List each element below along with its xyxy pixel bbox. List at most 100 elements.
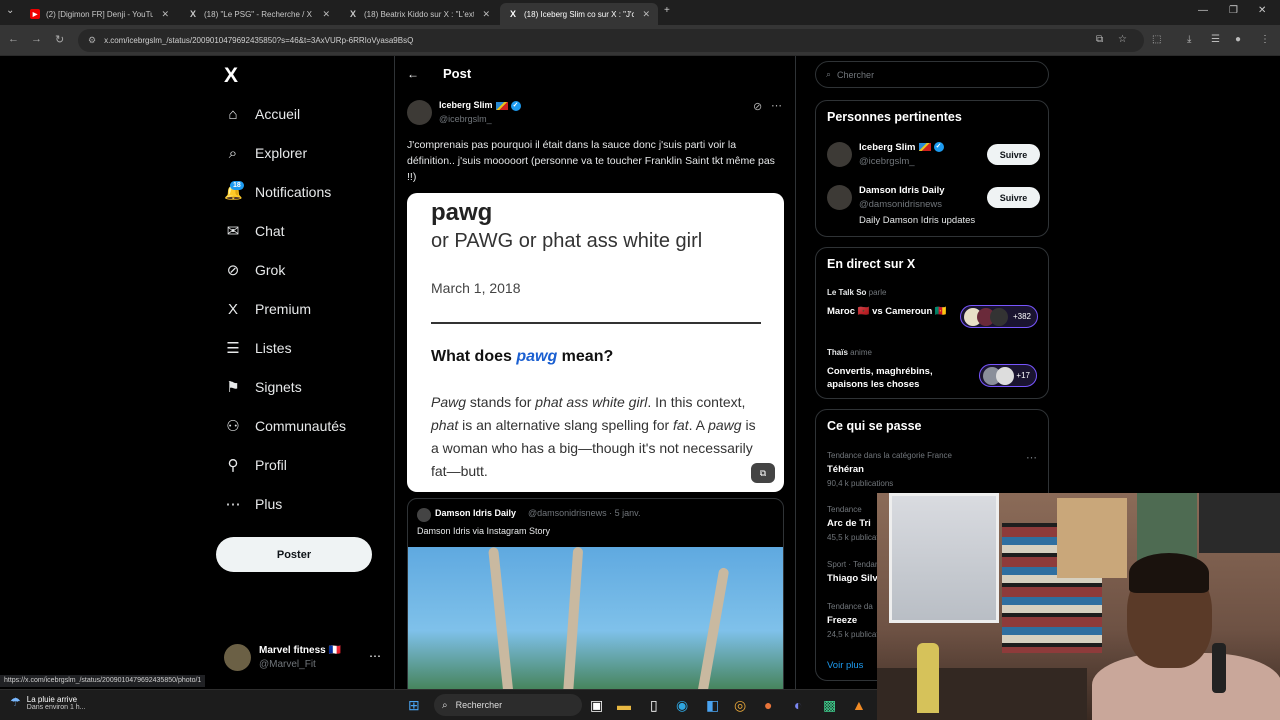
reading-list-icon[interactable]: ☰ — [1211, 34, 1220, 45]
more-icon[interactable]: ⋯ — [1026, 451, 1037, 464]
download-icon[interactable]: ⤓ — [1187, 34, 1191, 45]
live-title[interactable]: Maroc 🇲🇦 vs Cameroun 🇨🇲 — [827, 305, 952, 318]
document-icon[interactable]: ▯ — [650, 697, 658, 714]
sidebar-item-label: Signets — [255, 379, 302, 395]
x-logo[interactable]: X — [224, 64, 238, 88]
site-info-icon[interactable]: ⚙ — [88, 35, 96, 46]
palm-trunk — [562, 546, 584, 690]
sidebar-item-label: Grok — [255, 262, 286, 278]
taskbar-search[interactable]: ⌕ Rechercher — [434, 694, 582, 716]
quoted-image[interactable] — [408, 546, 783, 690]
author-avatar[interactable] — [407, 100, 432, 125]
browser-tab-active[interactable]: X (18) Iceberg Slim co sur X : "J'co ✕ — [500, 3, 658, 25]
more-icon[interactable]: ⋯ — [771, 99, 782, 112]
edge-icon[interactable]: ◉ — [676, 697, 688, 714]
trend-name[interactable]: Arc de Tri — [827, 518, 871, 529]
definition-date: March 1, 2018 — [431, 280, 521, 296]
home-icon: ⌂ — [228, 105, 238, 123]
app-icon[interactable]: ▩ — [823, 697, 836, 714]
live-listeners[interactable]: +17 — [979, 364, 1037, 387]
sidebar-item-signets[interactable]: ⚑ Signets — [224, 374, 302, 400]
see-more-link[interactable]: Voir plus — [827, 660, 863, 671]
avatar[interactable] — [827, 142, 852, 167]
follow-button[interactable]: Suivre — [987, 144, 1040, 165]
chrome-icon[interactable]: ◎ — [734, 697, 746, 714]
quoted-post[interactable]: Damson Idris Daily @damsonidrisnews · 5 … — [407, 498, 784, 690]
extensions-icon[interactable]: ⬚ — [1152, 34, 1161, 45]
firefox-icon[interactable]: ● — [764, 697, 772, 713]
more-icon[interactable]: ⋯ — [369, 649, 381, 663]
author-name[interactable]: Iceberg Slim ✓ — [439, 100, 521, 111]
profile-avatar-icon[interactable]: ● — [1235, 34, 1241, 45]
sidebar-item-explorer[interactable]: ⌕ Explorer — [224, 140, 307, 166]
follow-button[interactable]: Suivre — [987, 187, 1040, 208]
minimize-icon[interactable]: — — [1198, 5, 1208, 16]
verified-icon: ✓ — [510, 100, 521, 111]
close-icon[interactable]: ✕ — [642, 9, 650, 20]
weather-widget[interactable]: ☂ La pluie arrive Dans environ 1 h... — [10, 695, 86, 711]
address-bar[interactable]: ⚙ x.com/icebrgslm_/status/20090104796924… — [78, 29, 1144, 52]
discord-icon[interactable]: ◐ — [794, 697, 802, 713]
post-column: ← Post Iceberg Slim ✓ @icebrgslm_ ⊘ ⋯ J'c… — [394, 56, 796, 690]
close-window-icon[interactable]: ✕ — [1258, 5, 1266, 16]
close-icon[interactable]: ✕ — [482, 9, 490, 20]
youtube-icon: ▶ — [30, 9, 40, 19]
back-icon[interactable]: ← — [8, 33, 19, 45]
link-preview-url: https://x.com/icebrgslm_/status/20090104… — [0, 675, 206, 687]
trend-name[interactable]: Freeze — [827, 615, 857, 626]
post-image[interactable]: pawg or PAWG or phat ass white girl Marc… — [407, 193, 784, 492]
windows-start-icon[interactable]: ⊞ — [408, 697, 420, 714]
forward-icon[interactable]: → — [31, 33, 42, 45]
browser-tab[interactable]: X (18) Beatrix Kiddo sur X : "L'ext ✕ — [340, 3, 498, 25]
file-explorer-icon[interactable]: ▬ — [617, 697, 631, 713]
close-icon[interactable]: ✕ — [322, 9, 330, 20]
restore-icon[interactable]: ❐ — [1229, 5, 1238, 16]
browser-tab[interactable]: X (18) "Le PSG" - Recherche / X ✕ — [180, 3, 338, 25]
account-switcher[interactable]: Marvel fitness 🇫🇷 @Marvel_Fit ⋯ — [224, 642, 382, 674]
search-icon: ⌕ — [442, 699, 448, 711]
person-name[interactable]: Iceberg Slim ✓ — [859, 142, 944, 153]
sidebar-item-chat[interactable]: ✉ Chat — [224, 218, 285, 244]
webcam-desk — [877, 668, 1087, 720]
avatar[interactable] — [827, 185, 852, 210]
search-input[interactable]: ⌕ Chercher — [815, 61, 1049, 88]
live-title[interactable]: Convertis, maghrébins, apaisons les chos… — [827, 365, 952, 391]
close-icon[interactable]: ✕ — [161, 9, 169, 20]
image-alt-icon[interactable]: ⧉ — [751, 463, 775, 483]
sidebar-item-listes[interactable]: ☰ Listes — [224, 335, 291, 361]
trend-name[interactable]: Téhéran — [827, 464, 864, 475]
post-button[interactable]: Poster — [216, 537, 372, 572]
new-tab-icon[interactable]: + — [664, 5, 670, 16]
trend-count: 24,5 k publicat — [827, 630, 879, 639]
sidebar-item-accueil[interactable]: ⌂ Accueil — [224, 101, 300, 127]
sidebar-item-premium[interactable]: X Premium — [224, 296, 311, 322]
sidebar-item-communautes[interactable]: ⚇ Communautés — [224, 413, 346, 439]
trend-name[interactable]: Thiago Silv — [827, 573, 878, 584]
star-icon[interactable]: ☆ — [1118, 34, 1127, 45]
grok-icon[interactable]: ⊘ — [753, 100, 762, 113]
sidebar-item-grok[interactable]: ⊘ Grok — [224, 257, 286, 283]
task-view-icon[interactable]: ▣ — [590, 697, 603, 714]
reload-icon[interactable]: ↻ — [55, 33, 64, 46]
person-handle[interactable]: @damsonidrisnews — [859, 199, 942, 210]
divider — [431, 322, 761, 324]
person-name[interactable]: Damson Idris Daily — [859, 185, 945, 196]
bookmark-icon: ⚑ — [226, 379, 240, 396]
vlc-icon[interactable]: ▲ — [852, 697, 866, 713]
avatar — [224, 644, 251, 671]
install-icon[interactable]: ⧉ — [1096, 34, 1103, 45]
tab-list-icon[interactable]: ⌄ — [6, 5, 14, 16]
live-listeners[interactable]: +382 — [960, 305, 1038, 328]
panel-title: En direct sur X — [827, 257, 916, 271]
x-logo-icon: X — [509, 9, 516, 19]
sidebar-item-plus[interactable]: ⋯ Plus — [224, 491, 283, 517]
store-icon[interactable]: ◧ — [706, 697, 719, 714]
person-handle[interactable]: @icebrgslm_ — [859, 156, 915, 167]
sidebar-item-profil[interactable]: ⚲ Profil — [224, 452, 287, 478]
author-handle[interactable]: @icebrgslm_ — [439, 114, 492, 124]
webcam-poster — [1057, 498, 1127, 578]
back-arrow-icon[interactable]: ← — [407, 67, 419, 81]
sidebar-item-label: Chat — [255, 223, 285, 239]
menu-icon[interactable]: ⋮ — [1260, 34, 1270, 45]
browser-tab[interactable]: ▶ (2) [Digimon FR] Denji - YouTube ✕ — [22, 3, 177, 25]
